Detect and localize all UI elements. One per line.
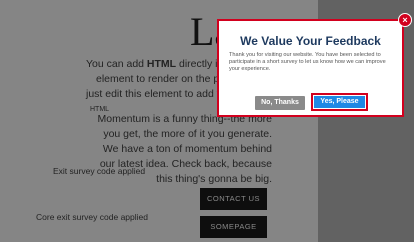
- yes-button-highlight: Yes, Please: [311, 93, 368, 111]
- modal-title: We Value Your Feedback: [240, 34, 381, 48]
- feedback-modal: We Value Your Feedback Thank you for vis…: [217, 19, 404, 117]
- no-thanks-button[interactable]: No, Thanks: [255, 96, 305, 110]
- yes-please-button[interactable]: Yes, Please: [314, 96, 365, 108]
- modal-body-text: Thank you for visiting our website. You …: [229, 52, 386, 72]
- close-icon[interactable]: ×: [398, 13, 412, 27]
